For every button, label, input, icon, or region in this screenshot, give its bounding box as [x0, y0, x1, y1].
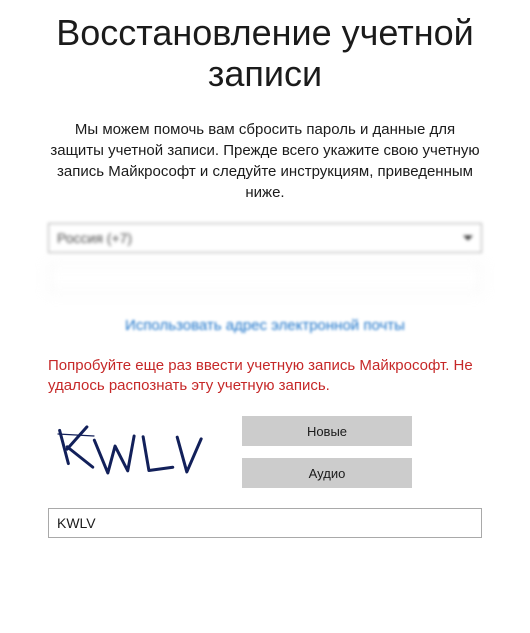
captcha-buttons: Новые Аудио — [242, 416, 412, 488]
error-message: Попробуйте еще раз ввести учетную запись… — [48, 356, 482, 397]
account-recovery-page: Восстановление учетной записи Мы можем п… — [0, 0, 530, 558]
captcha-new-button[interactable]: Новые — [242, 416, 412, 446]
phone-number-input[interactable] — [48, 263, 482, 293]
country-code-selected-label: Россия (+7) — [57, 230, 457, 246]
page-title: Восстановление учетной записи — [48, 12, 482, 95]
help-text: Мы можем помочь вам сбросить пароль и да… — [48, 119, 482, 203]
captcha-row: Новые Аудио — [48, 416, 482, 488]
chevron-down-icon — [463, 235, 473, 240]
captcha-image — [48, 416, 218, 484]
captcha-input[interactable] — [48, 508, 482, 538]
use-email-link[interactable]: Использовать адрес электронной почты — [48, 317, 482, 334]
captcha-audio-button[interactable]: Аудио — [242, 458, 412, 488]
country-code-select[interactable]: Россия (+7) — [48, 223, 482, 253]
